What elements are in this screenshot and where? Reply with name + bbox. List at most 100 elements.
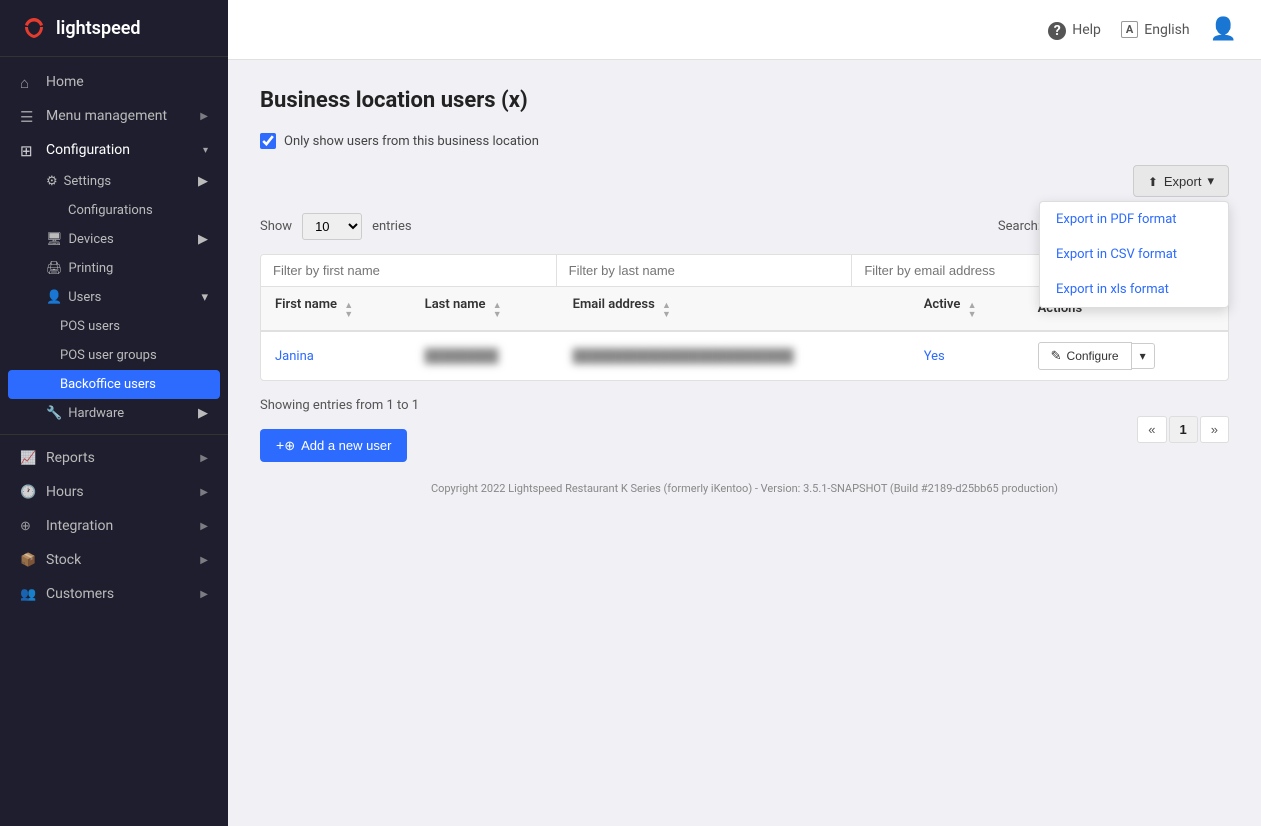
reports-icon bbox=[20, 450, 36, 466]
logo-icon bbox=[20, 14, 48, 42]
page-title: Business location users (x) bbox=[260, 88, 1229, 113]
logo-text: lightspeed bbox=[56, 18, 141, 39]
sidebar-item-home[interactable]: Home bbox=[0, 65, 228, 99]
sidebar-item-reports-label: Reports bbox=[46, 450, 95, 466]
chevron-right-icon: ▶ bbox=[198, 174, 208, 189]
device-icon bbox=[46, 232, 63, 247]
sidebar-sub-printing[interactable]: Printing bbox=[0, 254, 228, 283]
checkbox-row: Only show users from this business locat… bbox=[260, 133, 1229, 149]
chevron-right-icon2: ▶ bbox=[198, 232, 208, 247]
main-content: Help A English 👤 Business location users… bbox=[228, 0, 1261, 826]
sidebar-sub-pos-users[interactable]: POS users bbox=[0, 312, 228, 341]
export-dropdown: Export in PDF format Export in CSV forma… bbox=[1039, 201, 1229, 308]
nav-separator bbox=[0, 434, 228, 435]
stock-icon bbox=[20, 552, 36, 568]
user-active-link[interactable]: Yes bbox=[924, 349, 945, 364]
export-button-label: Export bbox=[1164, 174, 1202, 189]
home-icon bbox=[20, 74, 36, 90]
sort-arrows-email: ▲▼ bbox=[662, 302, 671, 320]
action-button-group: Configure ▾ bbox=[1038, 342, 1214, 370]
sidebar-sub-hardware[interactable]: Hardware ▶ bbox=[0, 399, 228, 428]
chevron-down-icon: ▾ bbox=[203, 145, 208, 156]
table-footer-left: Showing entries from 1 to 1 ⊕ Add a new … bbox=[260, 397, 419, 462]
integration-icon bbox=[20, 518, 36, 534]
pagination-prev-button[interactable]: « bbox=[1137, 416, 1166, 443]
sidebar-sub-devices[interactable]: Devices ▶ bbox=[0, 225, 228, 254]
sidebar-sub-configurations[interactable]: Configurations bbox=[0, 196, 228, 225]
export-dropdown-arrow: ▾ bbox=[1207, 173, 1214, 189]
filter-last-name-input[interactable] bbox=[557, 255, 853, 286]
sort-arrows-last-name: ▲▼ bbox=[493, 302, 502, 320]
sidebar-item-reports[interactable]: Reports ▶ bbox=[0, 441, 228, 475]
sidebar-item-stock-label: Stock bbox=[46, 552, 81, 568]
cell-active: Yes bbox=[910, 331, 1024, 380]
col-last-name[interactable]: Last name ▲▼ bbox=[411, 287, 559, 331]
sidebar-logo: lightspeed bbox=[0, 0, 228, 57]
export-button[interactable]: Export ▾ bbox=[1133, 165, 1229, 197]
language-selector[interactable]: A English bbox=[1121, 21, 1190, 38]
show-label: Show bbox=[260, 219, 292, 234]
user-first-name-link[interactable]: Janina bbox=[275, 349, 314, 364]
topbar: Help A English 👤 bbox=[228, 0, 1261, 60]
add-user-label: Add a new user bbox=[301, 438, 391, 453]
checkbox-label: Only show users from this business locat… bbox=[284, 134, 539, 149]
show-entries-select[interactable]: 10 25 50 100 bbox=[302, 213, 362, 240]
entries-label: entries bbox=[372, 219, 412, 234]
sidebar-sub-backoffice-users[interactable]: Backoffice users bbox=[8, 370, 220, 399]
sidebar-sub-settings[interactable]: Settings ▶ bbox=[0, 167, 228, 196]
showing-entries-text: Showing entries from 1 to 1 bbox=[260, 398, 419, 413]
sidebar-sub-hardware-label: Hardware bbox=[68, 406, 124, 421]
user-menu-button[interactable]: 👤 bbox=[1210, 17, 1237, 42]
sort-arrows-first-name: ▲▼ bbox=[344, 302, 353, 320]
export-pdf-item[interactable]: Export in PDF format bbox=[1040, 202, 1228, 237]
sidebar-item-integration-label: Integration bbox=[46, 518, 113, 534]
sidebar-item-configuration[interactable]: Configuration ▾ bbox=[0, 133, 228, 167]
lang-icon: A bbox=[1121, 21, 1138, 38]
user-last-name: ████████ bbox=[425, 349, 499, 364]
col-first-name[interactable]: First name ▲▼ bbox=[261, 287, 411, 331]
search-label: Search: bbox=[998, 219, 1041, 234]
sidebar-sub-users[interactable]: Users ▾ bbox=[0, 283, 228, 312]
sidebar-item-menu-label: Menu management bbox=[46, 108, 167, 124]
export-csv-item[interactable]: Export in CSV format bbox=[1040, 237, 1228, 272]
hardware-icon bbox=[46, 406, 62, 421]
cell-actions: Configure ▾ bbox=[1024, 331, 1228, 380]
configure-btn-label: Configure bbox=[1067, 349, 1119, 363]
sidebar-item-customers-label: Customers bbox=[46, 586, 114, 602]
pagination-page-1-button[interactable]: 1 bbox=[1169, 416, 1198, 443]
sort-arrows-active: ▲▼ bbox=[968, 302, 977, 320]
chevron-right-icon4: ▶ bbox=[200, 453, 208, 464]
chevron-icon: ▶ bbox=[200, 111, 208, 122]
cell-email: ████████████████████████ bbox=[559, 331, 910, 380]
cell-last-name: ████████ bbox=[411, 331, 559, 380]
pagination: « 1 » bbox=[1137, 416, 1229, 443]
sidebar-navigation: Home Menu management ▶ Configuration ▾ S… bbox=[0, 57, 228, 826]
customers-icon bbox=[20, 586, 36, 602]
help-button[interactable]: Help bbox=[1048, 20, 1101, 40]
print-icon bbox=[46, 261, 63, 276]
sidebar-sub-pos-groups[interactable]: POS user groups bbox=[0, 341, 228, 370]
show-business-location-checkbox[interactable] bbox=[260, 133, 276, 149]
sidebar-item-customers[interactable]: Customers ▶ bbox=[0, 577, 228, 611]
pagination-next-button[interactable]: » bbox=[1200, 416, 1229, 443]
col-active[interactable]: Active ▲▼ bbox=[910, 287, 1024, 331]
sidebar-item-hours[interactable]: Hours ▶ bbox=[0, 475, 228, 509]
col-email[interactable]: Email address ▲▼ bbox=[559, 287, 910, 331]
add-user-button[interactable]: ⊕ Add a new user bbox=[260, 429, 407, 462]
user-email: ████████████████████████ bbox=[573, 349, 794, 364]
sidebar-sub-pos-users-label: POS users bbox=[60, 319, 120, 334]
export-xls-item[interactable]: Export in xls format bbox=[1040, 272, 1228, 307]
configure-button[interactable]: Configure bbox=[1038, 342, 1132, 370]
sidebar-sub-pos-groups-label: POS user groups bbox=[60, 348, 157, 363]
export-wrapper: Export ▾ Export in PDF format Export in … bbox=[1133, 165, 1229, 197]
sidebar-item-menu-management[interactable]: Menu management ▶ bbox=[0, 99, 228, 133]
sidebar-item-integration[interactable]: Integration ▶ bbox=[0, 509, 228, 543]
configure-dropdown-button[interactable]: ▾ bbox=[1132, 343, 1155, 369]
plus-icon: ⊕ bbox=[276, 437, 295, 454]
filter-first-name-input[interactable] bbox=[261, 255, 557, 286]
sidebar-item-stock[interactable]: Stock ▶ bbox=[0, 543, 228, 577]
config-icon bbox=[20, 142, 36, 158]
chevron-right-icon6: ▶ bbox=[200, 521, 208, 532]
sidebar-sub-printing-label: Printing bbox=[69, 261, 114, 276]
chevron-right-icon7: ▶ bbox=[200, 555, 208, 566]
